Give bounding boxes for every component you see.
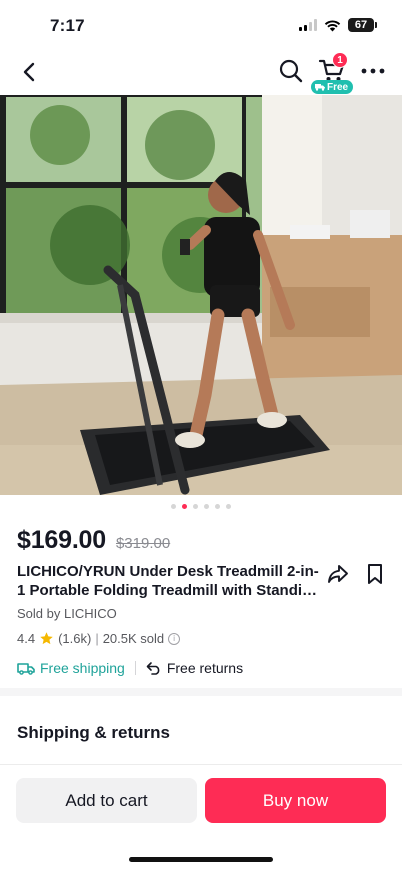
cart-free-badge: Free <box>311 80 354 94</box>
home-indicator[interactable] <box>129 857 273 862</box>
carousel-dots <box>0 504 402 509</box>
more-options-icon[interactable] <box>360 60 386 82</box>
search-icon[interactable] <box>278 58 304 84</box>
shipping-returns-heading[interactable]: Shipping & returns <box>17 723 170 743</box>
info-icon[interactable]: i <box>168 632 181 645</box>
status-time: 7:17 <box>50 16 85 35</box>
rating-value: 4.4 <box>17 631 36 646</box>
product-title[interactable]: LICHICO/YRUN Under Desk Treadmill 2-in-1… <box>17 562 323 600</box>
carousel-dot[interactable] <box>193 504 198 509</box>
cart-count-badge: 1 <box>332 52 348 68</box>
add-to-cart-button[interactable]: Add to cart <box>16 778 197 823</box>
perks-row[interactable]: Free shipping Free returns <box>17 660 243 676</box>
free-shipping-label: Free shipping <box>40 660 125 676</box>
perk-divider <box>134 661 136 675</box>
bookmark-icon[interactable] <box>364 562 386 586</box>
share-icon[interactable] <box>326 562 350 586</box>
rating-separator: | <box>95 631 99 646</box>
bottom-action-bar: Add to cart Buy now <box>0 764 402 870</box>
sale-price: $169.00 <box>17 526 106 554</box>
section-divider <box>0 688 402 696</box>
truck-icon <box>17 663 35 675</box>
product-photo <box>0 95 402 495</box>
rating-row[interactable]: 4.4 (1.6k) | 20.5K sold i <box>17 631 181 646</box>
carousel-dot[interactable] <box>171 504 176 509</box>
back-arrow-icon[interactable] <box>16 58 44 86</box>
carousel-dot[interactable] <box>182 504 187 509</box>
carousel-dot[interactable] <box>215 504 220 509</box>
buy-now-button[interactable]: Buy now <box>205 778 386 823</box>
free-returns-label: Free returns <box>166 660 244 676</box>
wifi-icon <box>324 19 341 31</box>
status-icons: 67 <box>299 18 377 32</box>
cellular-signal-icon <box>299 19 317 31</box>
original-price: $319.00 <box>115 535 171 552</box>
cart-free-label: Free <box>327 81 349 93</box>
seller-link[interactable]: Sold by LICHICO <box>17 606 117 621</box>
free-returns-perk[interactable]: Free returns <box>146 660 243 676</box>
product-image[interactable] <box>0 95 402 495</box>
carousel-dot[interactable] <box>226 504 231 509</box>
free-shipping-perk[interactable]: Free shipping <box>17 660 125 676</box>
sold-count: 20.5K sold <box>102 631 165 646</box>
top-nav-bar: 1 Free <box>0 52 402 94</box>
status-bar: 7:17 67 <box>0 0 402 52</box>
battery-icon: 67 <box>348 18 377 32</box>
rating-count: (1.6k) <box>58 631 92 646</box>
return-arrow-icon <box>146 662 160 675</box>
price-row: $169.00 $319.00 <box>17 526 170 555</box>
star-icon <box>40 632 53 645</box>
carousel-dot[interactable] <box>204 504 209 509</box>
truck-icon <box>315 84 325 91</box>
